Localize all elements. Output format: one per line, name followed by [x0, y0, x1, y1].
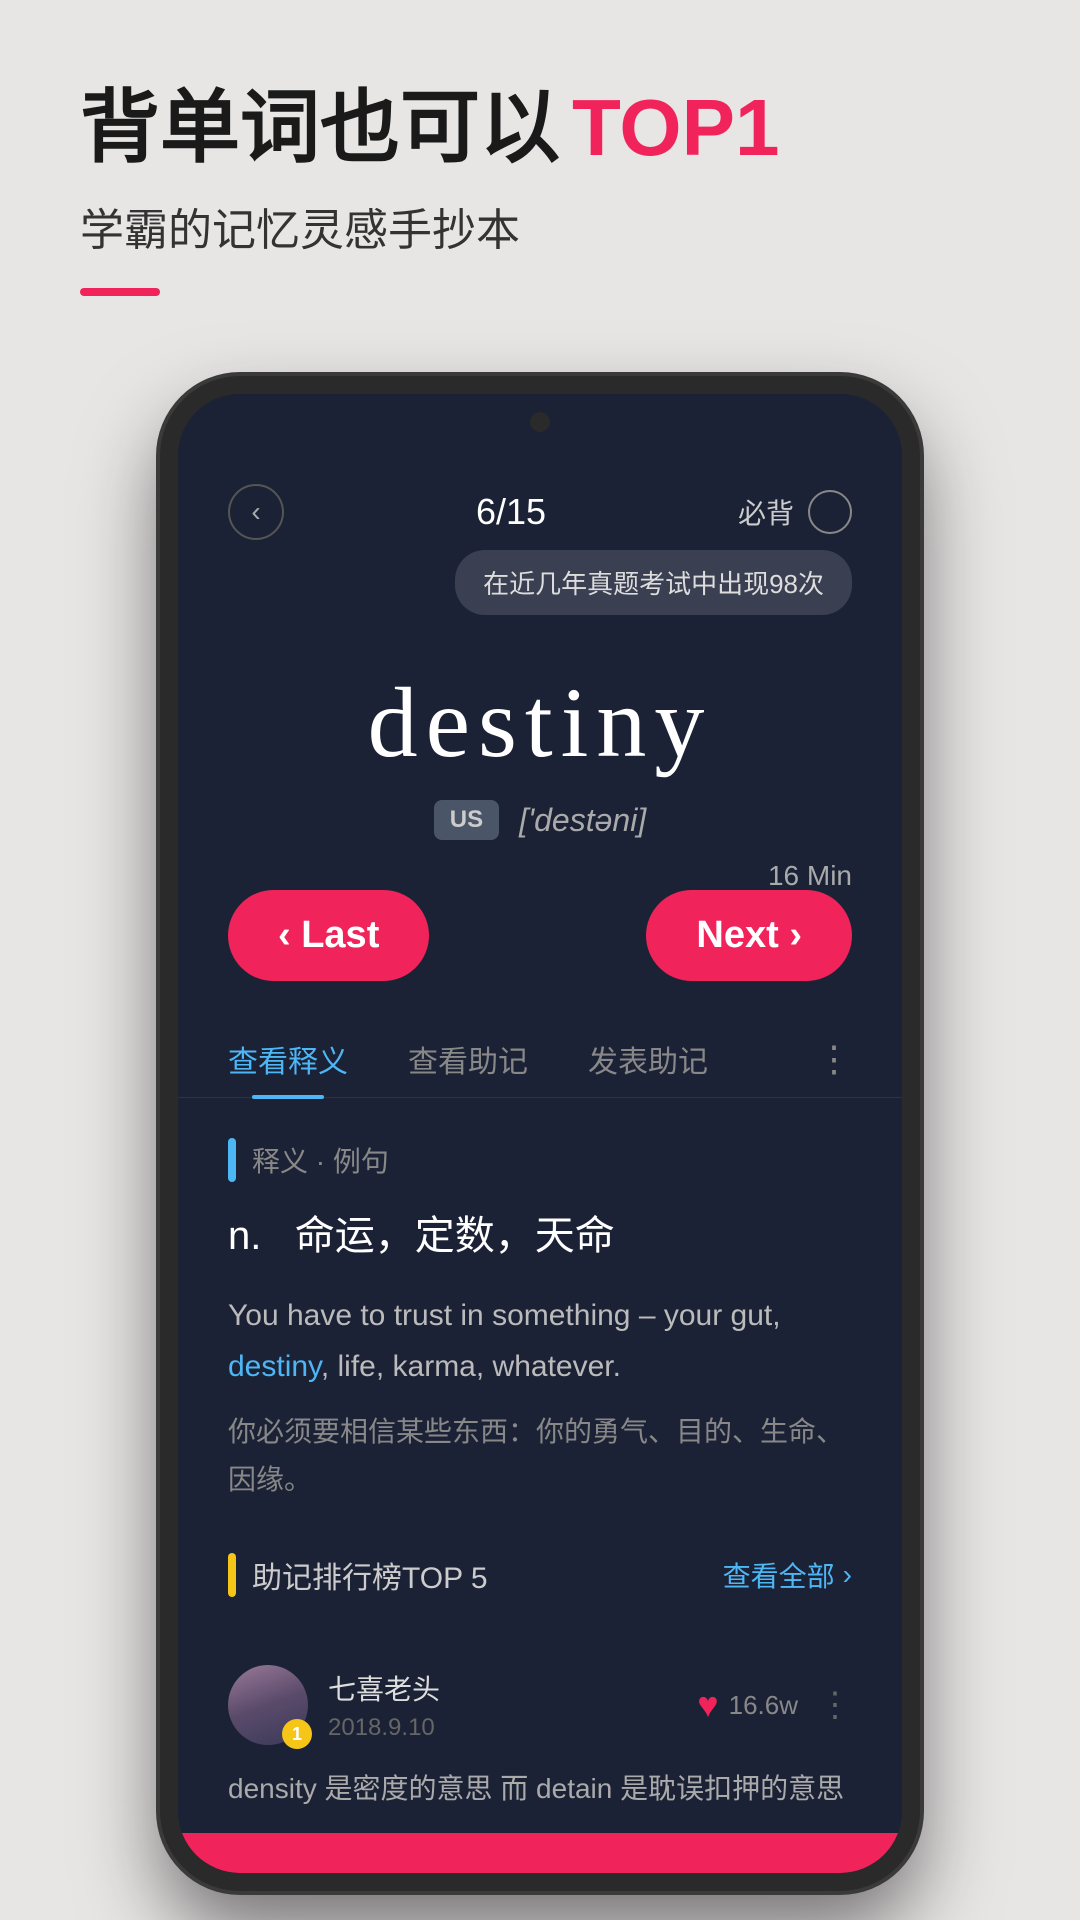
mnemonic-section: 助记排行榜TOP 5 查看全部 › — [178, 1523, 902, 1645]
nav-buttons: 16 Min ‹ Last Next › — [178, 860, 902, 1011]
must-label: 必背 — [738, 492, 794, 532]
tooltip: 在近几年真题考试中出现98次 — [455, 550, 852, 615]
phone-side-accent — [160, 1473, 178, 1673]
def-text: n. 命运，定数，天命 — [228, 1206, 852, 1266]
tooltip-wrap: 在近几年真题考试中出现98次 — [178, 550, 902, 625]
example-en: You have to trust in something – your gu… — [228, 1290, 852, 1392]
tab-definition[interactable]: 查看释义 — [228, 1021, 348, 1097]
view-all-arrow: › — [843, 1559, 852, 1591]
def-section-header: 释义 · 例句 — [228, 1138, 852, 1182]
must-label-wrap: 必背 — [738, 490, 852, 534]
def-section-title: 释义 · 例句 — [252, 1140, 389, 1180]
phone-camera — [530, 412, 550, 432]
phone-container: ‹ 6/15 必背 在近几年真题考试中出现98次 destiny US ['de… — [0, 376, 1080, 1891]
must-circle[interactable] — [808, 490, 852, 534]
user-row: 1 七喜老头 2018.9.10 ♥ 16.6w ⋮ — [178, 1645, 902, 1765]
word-main: destiny — [228, 665, 852, 780]
phonetic-text: ['destəni] — [519, 802, 646, 839]
timer-label: 16 Min — [768, 860, 852, 892]
avatar-badge: 1 — [282, 1719, 312, 1749]
back-button[interactable]: ‹ — [228, 484, 284, 540]
nav-bar: ‹ 6/15 必背 — [178, 454, 902, 550]
view-all-button[interactable]: 查看全部 › — [723, 1555, 852, 1595]
next-button[interactable]: Next › — [646, 890, 852, 981]
like-count: 16.6w — [729, 1690, 798, 1721]
user-date: 2018.9.10 — [328, 1714, 677, 1742]
mnemonic-section-bar — [228, 1553, 236, 1597]
bottom-strip — [178, 1833, 902, 1873]
mnemonic-title-wrap: 助记排行榜TOP 5 — [228, 1553, 488, 1597]
tab-more-icon[interactable]: ⋮ — [816, 1038, 852, 1080]
user-right: ♥ 16.6w ⋮ — [697, 1684, 852, 1726]
phone: ‹ 6/15 必背 在近几年真题考试中出现98次 destiny US ['de… — [160, 376, 920, 1891]
def-section-bar — [228, 1138, 236, 1182]
last-button[interactable]: ‹ Last — [228, 890, 429, 981]
headline-prefix: 背单词也可以 — [80, 80, 560, 176]
word-phonetic: US ['destəni] — [228, 800, 852, 840]
like-button[interactable]: ♥ 16.6w — [697, 1684, 798, 1726]
user-info: 七喜老头 2018.9.10 — [328, 1668, 677, 1742]
example-zh: 你必须要相信某些东西：你的勇气、目的、生命、因缘。 — [228, 1408, 852, 1503]
phone-top-bar — [178, 394, 902, 454]
counter: 6/15 — [476, 491, 546, 533]
avatar-wrap: 1 — [228, 1665, 308, 1745]
back-icon: ‹ — [251, 496, 260, 528]
example-en-word: destiny — [228, 1350, 321, 1383]
top-section: 背单词也可以 TOP1 学霸的记忆灵感手抄本 — [0, 0, 1080, 336]
heart-icon: ♥ — [697, 1684, 718, 1726]
subtitle: 学霸的记忆灵感手抄本 — [80, 194, 1000, 258]
phone-screen: ‹ 6/15 必背 在近几年真题考试中出现98次 destiny US ['de… — [178, 454, 902, 1873]
tab-bar: 查看释义 查看助记 发表助记 ⋮ — [178, 1011, 902, 1098]
user-name: 七喜老头 — [328, 1668, 677, 1708]
word-section: destiny US ['destəni] — [178, 625, 902, 860]
example-en-before: You have to trust in something – your gu… — [228, 1299, 781, 1332]
mnemonic-header: 助记排行榜TOP 5 查看全部 › — [228, 1553, 852, 1597]
mnemonic-title: 助记排行榜TOP 5 — [252, 1553, 488, 1597]
def-pos: n. — [228, 1214, 261, 1258]
tab-mnemonic[interactable]: 查看助记 — [408, 1021, 528, 1097]
pink-line — [80, 288, 160, 296]
headline: 背单词也可以 TOP1 — [80, 80, 1000, 176]
phonetic-region: US — [434, 800, 499, 840]
tab-post-mnemonic[interactable]: 发表助记 — [588, 1021, 708, 1097]
headline-suffix: TOP1 — [572, 80, 780, 176]
view-all-label: 查看全部 — [723, 1555, 835, 1595]
example-en-after: , life, karma, whatever. — [321, 1350, 621, 1383]
more-icon[interactable]: ⋮ — [818, 1685, 852, 1725]
def-meanings: 命运，定数，天命 — [295, 1214, 615, 1258]
def-section: 释义 · 例句 n. 命运，定数，天命 You have to trust in… — [178, 1098, 902, 1523]
mnemonic-text: density 是密度的意思 而 detain 是耽误扣押的意思 — [178, 1765, 902, 1833]
